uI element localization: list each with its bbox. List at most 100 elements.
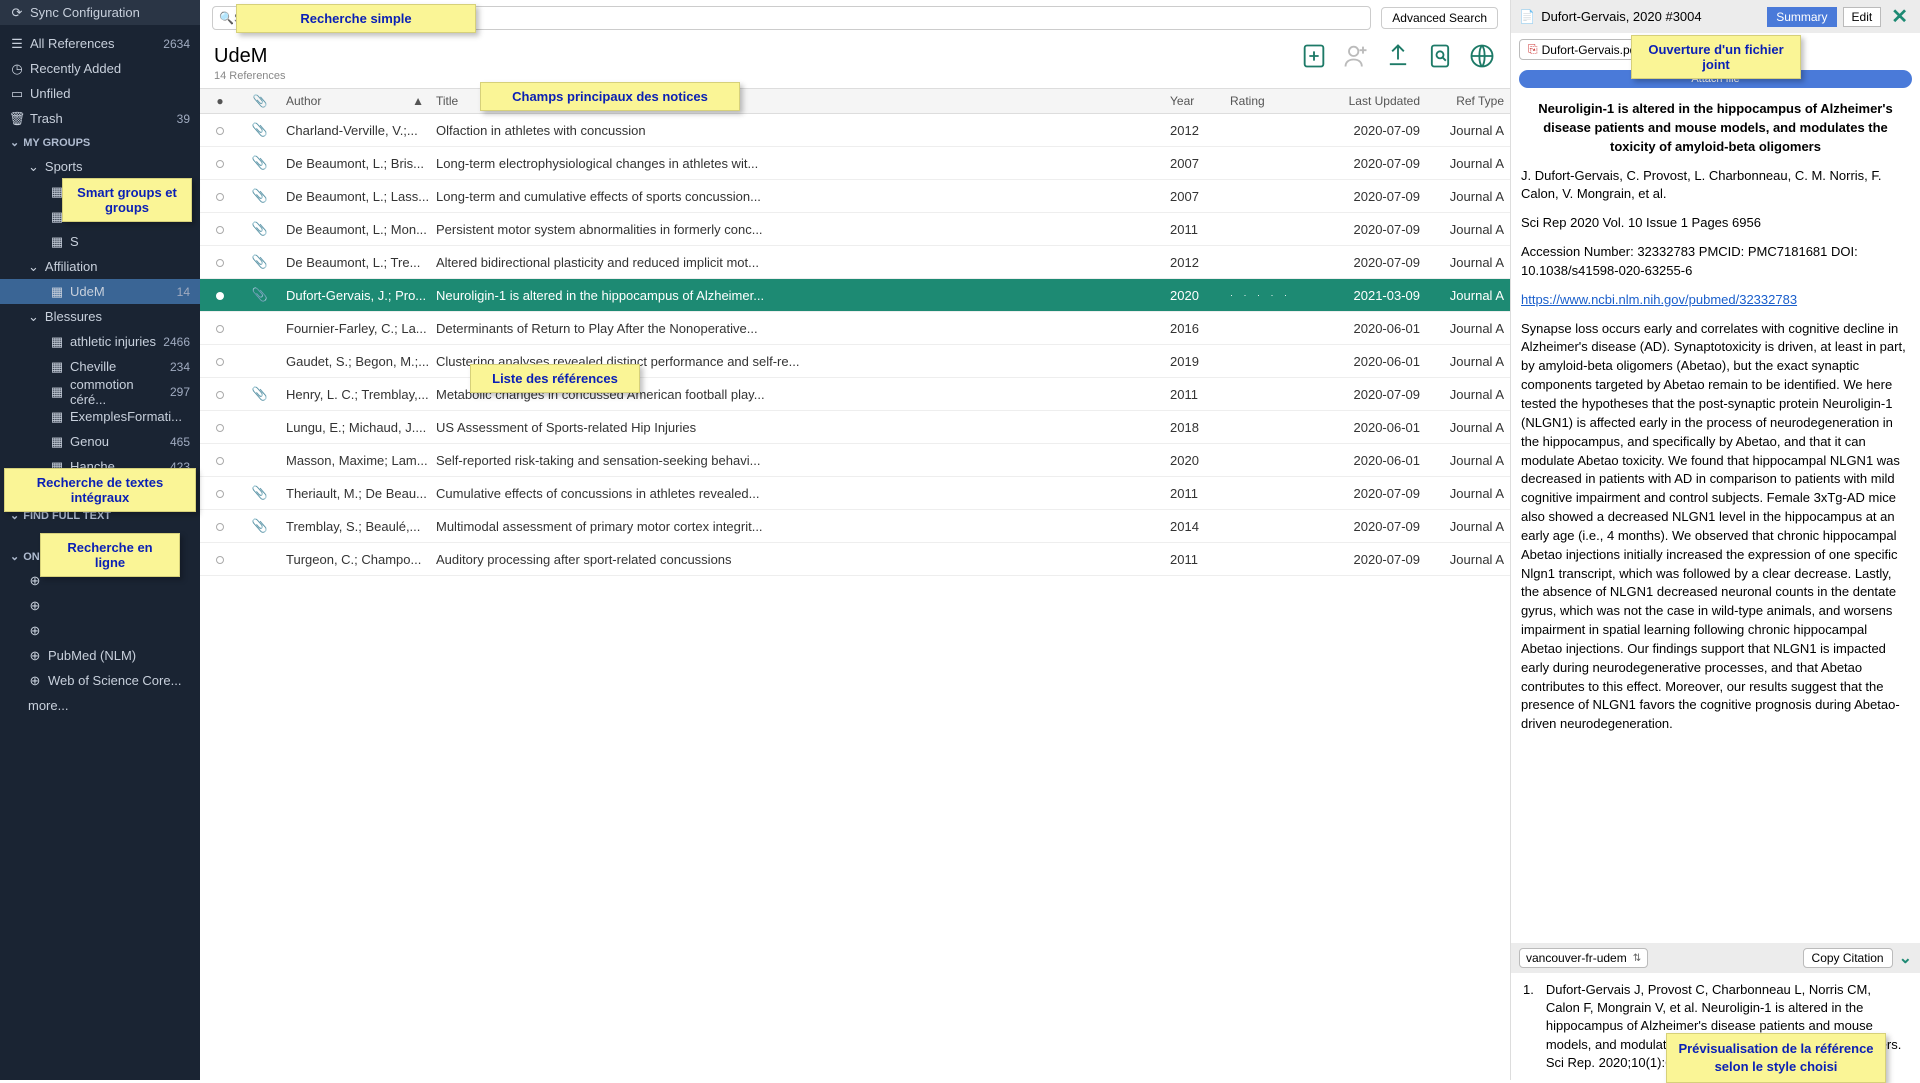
cell-title: Persistent motor system abnormalities in… [430,222,1170,237]
table-row[interactable]: 📎 De Beaumont, L.; Tre... Altered bidire… [200,246,1510,279]
cell-author: Theriault, M.; De Beau... [280,486,430,501]
cell-year: 2011 [1170,552,1230,567]
table-row[interactable]: Masson, Maxime; Lam... Self-reported ris… [200,444,1510,477]
callout-preview: Prévisualisation de la référence selon l… [1666,1033,1886,1083]
table-row[interactable]: 📎 Theriault, M.; De Beau... Cumulative e… [200,477,1510,510]
find-pdf-icon[interactable] [1426,42,1454,70]
table-row[interactable]: 📎 De Beaumont, L.; Lass... Long-term and… [200,180,1510,213]
cell-title: Altered bidirectional plasticity and red… [430,255,1170,270]
all-references[interactable]: ☰ All References 2634 [0,31,200,56]
col-attachment[interactable]: 📎 [240,94,280,108]
citation-style-select[interactable]: vancouver-fr-udem ⇅ [1519,948,1648,968]
web-icon[interactable] [1468,42,1496,70]
cell-type: Journal A [1430,222,1510,237]
attachment-icon: 📎 [240,386,280,402]
callout-groups: Smart groups et groups [62,178,192,222]
summary-tab[interactable]: Summary [1767,7,1836,27]
unread-dot [200,156,240,171]
table-row[interactable]: 📎 Henry, L. C.; Tremblay,... Metabolic c… [200,378,1510,411]
recently-added[interactable]: ◷ Recently Added [0,56,200,81]
search-bar-row: 🔍 Advanced Search Recherche simple [200,0,1510,36]
group-item[interactable]: ▦Cheville234 [0,354,200,379]
new-reference-icon[interactable] [1300,42,1328,70]
advanced-search-button[interactable]: Advanced Search [1381,7,1498,29]
table-row[interactable]: 📎 De Beaumont, L.; Mon... Persistent mot… [200,213,1510,246]
group-child[interactable]: ▦S [0,229,200,254]
table-row[interactable]: 📎 Tremblay, S.; Beaulé,... Multimodal as… [200,510,1510,543]
unread-dot [200,189,240,204]
cell-type: Journal A [1430,420,1510,435]
cell-type: Journal A [1430,189,1510,204]
table-row[interactable]: Gaudet, S.; Begon, M.;... Clustering ana… [200,345,1510,378]
cell-type: Journal A [1430,552,1510,567]
cell-author: Turgeon, C.; Champo... [280,552,430,567]
group-item[interactable]: ▦athletic injuries2466 [0,329,200,354]
callout-columns: Champs principaux des notices [480,82,740,111]
folder-icon: ▭ [10,87,24,101]
group-icon: ▦ [50,285,64,299]
attachment-icon: 📎 [240,155,280,171]
group-blessures[interactable]: ⌄ Blessures [0,304,200,329]
trash[interactable]: 🗑 Trash 39 [0,106,200,131]
attachment-row: ⎘ Dufort-Gervais.pdf ▾ Ouverture d'un fi… [1511,33,1920,66]
group-sports[interactable]: ⌄ Sports [0,154,200,179]
online-more[interactable]: more... [0,693,200,718]
table-row[interactable]: 📎 Dufort-Gervais, J.; Pro... Neuroligin-… [200,279,1510,312]
detail-panel: 📄 Dufort-Gervais, 2020 #3004 Summary Edi… [1510,0,1920,1080]
reference-title: Neuroligin-1 is altered in the hippocamp… [1521,100,1910,157]
cell-title: US Assessment of Sports-related Hip Inju… [430,420,1170,435]
col-rating[interactable]: Rating [1230,94,1320,108]
table-row[interactable]: Fournier-Farley, C.; La... Determinants … [200,312,1510,345]
chevron-down-icon: ⌄ [28,259,39,275]
detail-body: Neuroligin-1 is altered in the hippocamp… [1511,92,1920,943]
callout-fulltext: Recherche de textes intégraux [4,468,196,512]
cell-type: Journal A [1430,486,1510,501]
table-row[interactable]: 📎 De Beaumont, L.; Bris... Long-term ele… [200,147,1510,180]
cell-year: 2020 [1170,288,1230,303]
unfiled[interactable]: ▭ Unfiled [0,81,200,106]
copy-citation-button[interactable]: Copy Citation [1803,948,1893,968]
attachment-icon: 📎 [240,518,280,534]
group-icon: ▦ [50,410,64,424]
my-groups-header[interactable]: ⌄ MY GROUPS [0,131,200,154]
group-item[interactable]: ▦Genou465 [0,429,200,454]
unread-dot [200,354,240,369]
sync-config[interactable]: ⟳ Sync Configuration [0,0,200,25]
cell-type: Journal A [1430,354,1510,369]
col-type[interactable]: Ref Type [1430,94,1510,108]
online-source[interactable]: ⊕ [0,618,200,643]
cell-type: Journal A [1430,288,1510,303]
cell-year: 2011 [1170,387,1230,402]
group-item[interactable]: ▦commotion céré...297 [0,379,200,404]
group-affiliation[interactable]: ⌄ Affiliation [0,254,200,279]
cell-author: Charland-Verville, V.;... [280,123,430,138]
col-author[interactable]: Author ▲ [280,94,430,108]
reference-url[interactable]: https://www.ncbi.nlm.nih.gov/pubmed/3233… [1521,292,1797,307]
col-unread[interactable]: ● [200,94,240,108]
cell-author: De Beaumont, L.; Bris... [280,156,430,171]
sync-label: Sync Configuration [30,5,140,20]
clock-icon: ◷ [10,62,24,76]
add-user-icon[interactable] [1342,42,1370,70]
group-udem[interactable]: ▦ UdeM 14 [0,279,200,304]
group-item[interactable]: ▦ExemplesFormati... [0,404,200,429]
table-row[interactable]: Lungu, E.; Michaud, J.... US Assessment … [200,411,1510,444]
edit-tab[interactable]: Edit [1843,7,1882,27]
cell-updated: 2020-06-01 [1320,420,1430,435]
attachment-chip[interactable]: ⎘ Dufort-Gervais.pdf [1519,39,1649,60]
close-icon[interactable]: ✕ [1887,4,1912,29]
col-year[interactable]: Year [1170,94,1230,108]
table-row[interactable]: 📎 Charland-Verville, V.;... Olfaction in… [200,114,1510,147]
action-icons [1300,42,1496,70]
cell-title: Determinants of Return to Play After the… [430,321,1170,336]
col-updated[interactable]: Last Updated [1320,94,1430,108]
unread-dot [200,453,240,468]
online-pubmed[interactable]: ⊕ PubMed (NLM) [0,643,200,668]
table-row[interactable]: Turgeon, C.; Champo... Auditory processi… [200,543,1510,576]
export-icon[interactable] [1384,42,1412,70]
online-wos[interactable]: ⊕ Web of Science Core... [0,668,200,693]
online-source[interactable]: ⊕ [0,593,200,618]
expand-icon[interactable]: ⌄ [1899,948,1912,968]
unread-dot [200,255,240,270]
attachment-icon: 📎 [240,122,280,138]
